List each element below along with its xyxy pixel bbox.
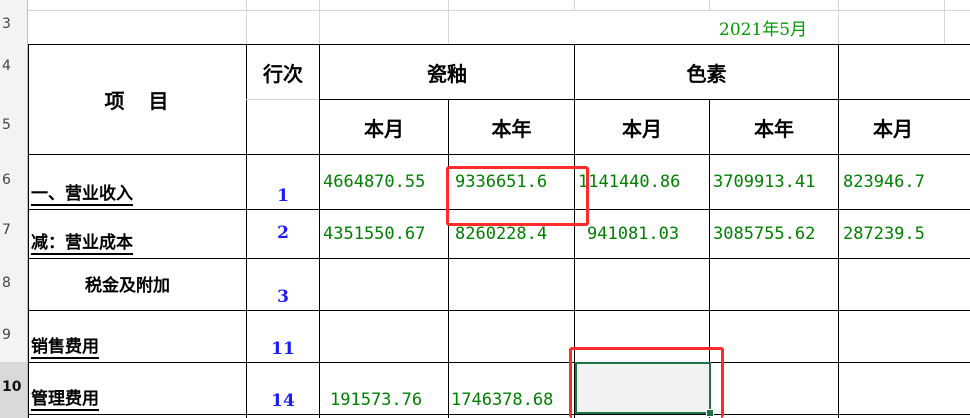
gridline — [944, 0, 945, 44]
row-index: 3 — [277, 287, 289, 307]
row-header-8[interactable]: 8 — [0, 258, 28, 310]
gridline — [709, 0, 710, 10]
value: 3085755.62 — [713, 224, 816, 244]
value: 823946.7 — [843, 172, 925, 192]
row-header-9[interactable]: 9 — [0, 310, 28, 362]
group2-header: 色素 — [686, 61, 727, 86]
row-header-5[interactable]: 5 — [0, 99, 28, 154]
value-cell[interactable] — [449, 259, 574, 310]
item-cell[interactable]: 销售费用 — [29, 311, 246, 362]
row-index-cell[interactable]: 14 — [247, 363, 319, 414]
row-index: 2 — [277, 222, 289, 243]
row-header-7[interactable]: 7 — [0, 209, 28, 258]
row-header-3[interactable]: 3 — [0, 10, 28, 44]
row-number: 5 — [2, 117, 11, 133]
value: 4351550.67 — [323, 224, 426, 244]
value-cell[interactable]: 4351550.67 — [320, 210, 448, 258]
row-number: 7 — [2, 222, 11, 238]
value: 8260228.4 — [455, 224, 548, 244]
gridline — [319, 0, 320, 44]
row-index-header-cell[interactable]: 行次 — [247, 45, 319, 99]
year-header: 本年 — [754, 116, 794, 141]
item-label: 一、营业收入 — [31, 184, 133, 206]
value: 3709913.41 — [713, 172, 816, 192]
value-cell[interactable] — [839, 363, 970, 414]
value: 1746378.68 — [451, 390, 554, 410]
row-index-cell[interactable]: 11 — [247, 311, 319, 362]
year-header: 本年 — [491, 116, 532, 141]
highlight-box — [569, 347, 724, 418]
row-header-4[interactable]: 4 — [0, 44, 28, 99]
value-cell[interactable]: 1746378.68 — [449, 363, 574, 414]
value-cell[interactable] — [710, 259, 838, 310]
row-index-header-empty-cell[interactable] — [247, 100, 319, 154]
row-number: 9 — [2, 327, 11, 343]
period-label: 2021年5月 — [719, 20, 808, 40]
gridline — [246, 0, 247, 44]
item-label: 管理费用 — [31, 389, 99, 411]
value-cell[interactable]: 823946.7 — [839, 155, 970, 209]
group1-header: 瓷釉 — [427, 61, 467, 86]
year-header-cell[interactable]: 本年 — [449, 100, 574, 154]
item-header: 项 目 — [104, 89, 171, 113]
row-number: 3 — [2, 16, 11, 32]
item-label: 销售费用 — [31, 337, 99, 359]
value-cell[interactable] — [320, 311, 448, 362]
month-header-cell[interactable]: 本月 — [575, 100, 709, 154]
month-header: 本月 — [873, 116, 913, 141]
row-index-cell[interactable]: 2 — [247, 210, 319, 258]
value-cell[interactable]: 941081.03 — [575, 210, 709, 258]
value: 941081.03 — [587, 224, 680, 244]
value-cell[interactable]: 3709913.41 — [710, 155, 838, 209]
value: 1141440.86 — [578, 172, 681, 192]
row-number: 8 — [2, 275, 11, 291]
row-index-cell[interactable]: 3 — [247, 259, 319, 310]
item-label: 税金及附加 — [85, 275, 170, 296]
value-cell[interactable] — [839, 259, 970, 310]
value-cell[interactable]: 3085755.62 — [710, 210, 838, 258]
item-header-cell[interactable]: 项 目 — [29, 45, 246, 154]
value: 287239.5 — [843, 224, 925, 244]
item-label: 减：营业成本 — [31, 233, 133, 255]
group1-header-cell[interactable]: 瓷釉 — [320, 45, 574, 99]
value-cell[interactable] — [449, 311, 574, 362]
month-header-cell[interactable]: 本月 — [839, 100, 970, 154]
row-number: 6 — [2, 172, 11, 188]
value-cell[interactable]: 4664870.55 — [320, 155, 448, 209]
value-cell[interactable] — [710, 363, 838, 414]
gridline — [448, 0, 449, 44]
value: 191573.76 — [330, 390, 423, 410]
item-cell[interactable]: 管理费用 — [29, 363, 246, 414]
value-cell[interactable] — [320, 259, 448, 310]
gridline — [574, 0, 575, 10]
year-header-cell[interactable]: 本年 — [710, 100, 838, 154]
value: 4664870.55 — [323, 172, 426, 192]
table-border — [28, 414, 970, 415]
month-header-cell[interactable]: 本月 — [320, 100, 448, 154]
item-cell[interactable]: 减：营业成本 — [29, 210, 246, 258]
row-number: 4 — [2, 58, 11, 74]
item-cell[interactable]: 一、营业收入 — [29, 155, 246, 209]
highlight-box — [446, 166, 589, 226]
row-index-header: 行次 — [263, 61, 303, 86]
row-number: 10 — [2, 379, 22, 395]
value-cell[interactable]: 191573.76 — [320, 363, 448, 414]
value-cell[interactable] — [575, 259, 709, 310]
row-index-cell[interactable]: 1 — [247, 155, 319, 209]
row-header-6[interactable]: 6 — [0, 154, 28, 209]
value-cell[interactable] — [839, 311, 970, 362]
row-index: 11 — [271, 339, 295, 359]
value-cell[interactable]: 287239.5 — [839, 210, 970, 258]
row-index: 14 — [271, 391, 295, 411]
month-header: 本月 — [364, 116, 404, 141]
value-cell[interactable] — [710, 311, 838, 362]
row-index: 1 — [277, 186, 289, 206]
row-header-2[interactable] — [0, 0, 28, 10]
group2-header-cell[interactable]: 色素 — [575, 45, 838, 99]
row-header-10[interactable]: 10 — [0, 362, 28, 418]
item-cell[interactable]: 税金及附加 — [29, 259, 246, 310]
value-cell[interactable]: 1141440.86 — [575, 155, 709, 209]
month-header: 本月 — [622, 116, 662, 141]
period-cell[interactable]: 2021年5月 — [709, 11, 844, 44]
